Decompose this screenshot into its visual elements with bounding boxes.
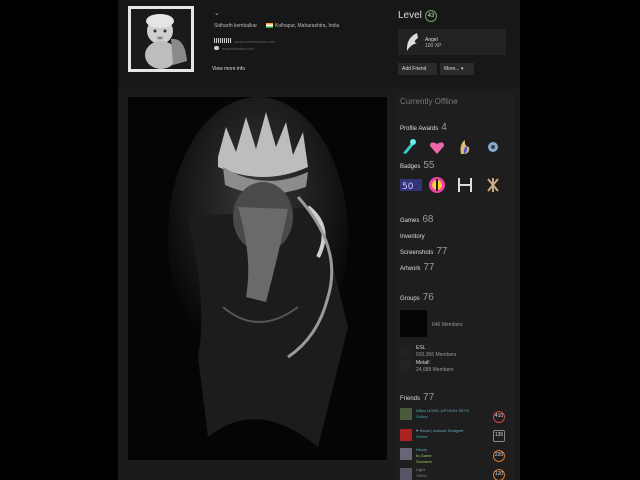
linkedin-link[interactable]: www.linkedin.com <box>222 46 254 51</box>
friend-avatar[interactable] <box>400 468 412 480</box>
svg-text:50: 50 <box>402 182 414 192</box>
chat-icon <box>214 46 219 50</box>
friend-status: Offline <box>416 473 428 478</box>
friend-name[interactable]: ♥ Rahul | Artwork Designer <box>416 428 464 433</box>
badge-icon[interactable]: 50 <box>400 176 422 194</box>
view-more-link[interactable]: View more info <box>212 66 245 72</box>
artwork-link[interactable]: Artwork 77 <box>400 262 434 273</box>
friend-status: In-Game <box>416 453 432 458</box>
games-link[interactable]: Games 68 <box>400 214 433 225</box>
location-text: Kolhapur, Maharashtra, India <box>275 23 340 29</box>
friend-name[interactable]: Nezzy <box>416 447 427 452</box>
friends-label: Friends <box>400 396 421 402</box>
friend-level: 135 <box>493 430 505 442</box>
badges-link[interactable]: Badges 55 <box>400 160 434 171</box>
badge-icon[interactable] <box>456 176 474 194</box>
games-count: 68 <box>422 214 434 225</box>
more-label: More... <box>444 66 460 72</box>
badges-label: Badges <box>400 164 421 170</box>
friend-level: 410 <box>493 411 505 423</box>
screenshots-link[interactable]: Screenshots 77 <box>400 246 447 257</box>
badge-icon[interactable] <box>484 176 502 194</box>
flame-award-icon[interactable] <box>456 138 474 156</box>
awards-link[interactable]: Profile Awards 4 <box>400 122 447 133</box>
showcase-artwork[interactable] <box>128 97 387 460</box>
group-avatar[interactable] <box>400 346 411 357</box>
groups-count: 76 <box>422 292 434 303</box>
inventory-link[interactable]: Inventory <box>400 234 425 240</box>
screenshots-count: 77 <box>436 246 448 257</box>
group-members: 24,688 Members <box>416 367 454 373</box>
groups-link[interactable]: Groups 76 <box>400 292 434 303</box>
xp-value: 100 XP <box>425 43 442 49</box>
friend-avatar[interactable] <box>400 448 412 460</box>
friend-name[interactable]: Wilco LEVEL-UP HIGH SETS <box>416 408 469 413</box>
games-label: Games <box>400 218 420 224</box>
level-label: Level <box>398 10 422 21</box>
group-avatar[interactable] <box>400 360 411 371</box>
level-badge[interactable]: 43 <box>425 10 437 22</box>
awards-label: Profile Awards <box>400 126 439 132</box>
profile-page: ⌄ Sidharth kembalkar Kolhapur, Maharasht… <box>118 0 520 480</box>
badge-icon[interactable] <box>428 176 446 194</box>
group-members: 646 Members <box>432 322 463 328</box>
friend-avatar[interactable] <box>400 429 412 441</box>
group-members: 600,356 Members <box>416 352 457 358</box>
flag-icon <box>266 23 273 29</box>
barcode-icon <box>214 38 232 43</box>
friends-link[interactable]: Friends 77 <box>400 392 434 403</box>
friend-level: 220 <box>493 450 505 462</box>
rocket-award-icon[interactable] <box>400 138 418 156</box>
group-avatar[interactable] <box>400 310 427 337</box>
chevron-down-icon[interactable]: ⌄ <box>214 9 220 17</box>
group-name[interactable]: ESL <box>416 345 425 351</box>
real-name: Sidharth kembalkar <box>214 23 258 29</box>
chevron-down-icon: ▾ <box>460 66 464 72</box>
online-status: Currently Offline <box>400 97 458 106</box>
location: Kolhapur, Maharashtra, India <box>266 23 339 29</box>
heart-award-icon[interactable] <box>428 138 446 156</box>
friend-game: Scenario <box>416 459 432 464</box>
wing-icon <box>406 33 418 51</box>
group-name[interactable]: Metal! <box>416 360 430 366</box>
website-link[interactable]: www.overthrowkin.com <box>234 39 275 44</box>
friend-name[interactable]: Light <box>416 467 425 472</box>
friend-avatar[interactable] <box>400 408 412 420</box>
friend-status: Online <box>416 434 428 439</box>
awards-count: 4 <box>441 122 447 133</box>
artwork-label: Artwork <box>400 266 421 272</box>
profile-header: ⌄ Sidharth kembalkar Kolhapur, Maharasht… <box>118 0 520 88</box>
screenshots-label: Screenshots <box>400 250 434 256</box>
xp-badge-box[interactable]: Angel 100 XP <box>398 29 506 55</box>
friend-status: Online <box>416 414 428 419</box>
medal-award-icon[interactable] <box>484 138 502 156</box>
add-friend-button[interactable]: Add Friend <box>398 63 437 75</box>
artwork-count: 77 <box>423 262 435 273</box>
friends-count: 77 <box>423 392 435 403</box>
groups-label: Groups <box>400 296 420 302</box>
badges-count: 55 <box>423 160 435 171</box>
friend-level: 120 <box>493 469 505 480</box>
more-button[interactable]: More... ▾ <box>440 63 474 75</box>
avatar[interactable] <box>128 6 194 72</box>
profile-sidebar: Currently Offline Profile Awards 4 Badges… <box>396 92 514 480</box>
